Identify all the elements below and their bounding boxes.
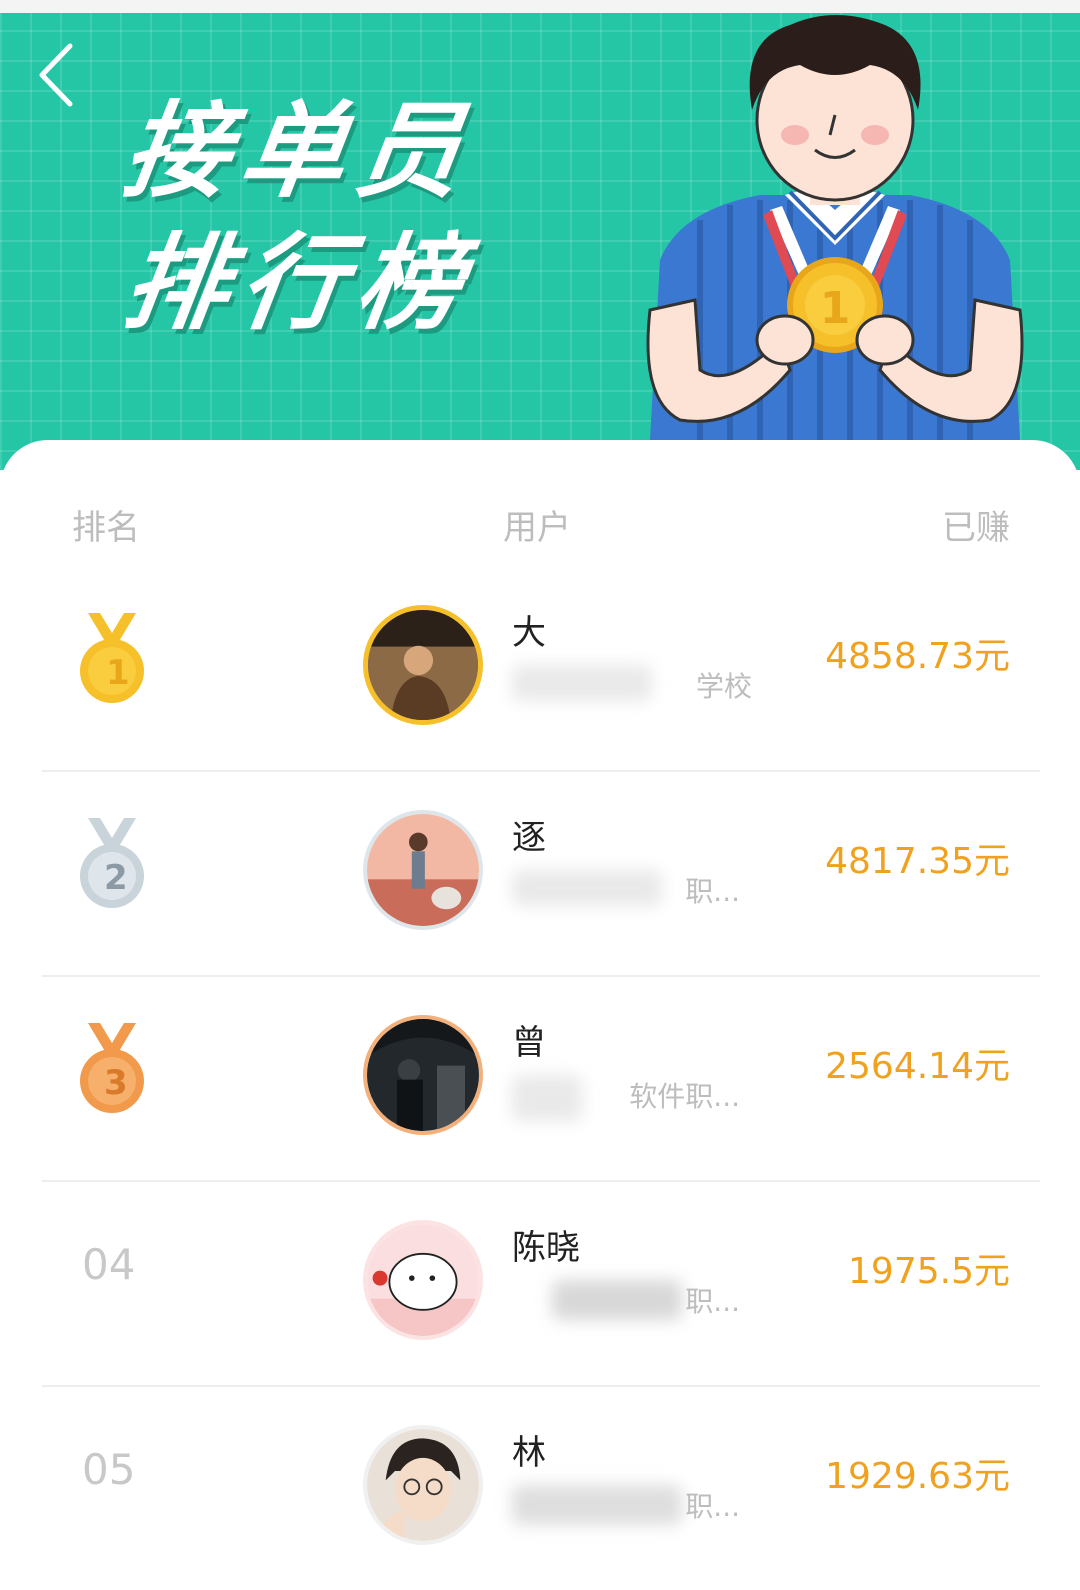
column-header-user: 用户 [503, 508, 571, 548]
user-school: 职... [512, 870, 752, 910]
avatar[interactable] [363, 605, 483, 725]
earned-amount: 1929.63元 [825, 1456, 1010, 1497]
banner-title: 接单员 排行榜 [116, 90, 481, 344]
user-name: 林 [512, 1433, 546, 1473]
rank-number: 2 [104, 858, 128, 898]
mascot-illustration: 1 [646, 15, 1024, 450]
avatar[interactable] [363, 810, 483, 930]
user-school: 职... [512, 1280, 752, 1320]
user-school: 软件职... [512, 1075, 752, 1121]
ranking-row[interactable]: 3 曾 软件职... 2564.14元 [42, 975, 1040, 1182]
user-name: 大 [512, 613, 546, 653]
rank-number: 04 [82, 1240, 136, 1289]
user-school: 职... [512, 1485, 752, 1525]
banner: 接单员 排行榜 1 [0, 0, 1080, 470]
svg-text:1: 1 [820, 283, 851, 334]
earned-amount: 4858.73元 [825, 636, 1010, 677]
title-line-1: 接单员 [116, 90, 482, 212]
ranking-row[interactable]: 04 陈晓 职... 1975.5元 [42, 1180, 1040, 1387]
title-line-2: 排行榜 [116, 222, 482, 344]
column-header-rank: 排名 [72, 508, 140, 548]
user-name: 逐 [512, 818, 546, 858]
chevron-left-icon [39, 43, 73, 107]
rank-number: 3 [104, 1063, 128, 1103]
back-button[interactable] [30, 40, 90, 110]
avatar[interactable] [363, 1015, 483, 1135]
ranking-row[interactable]: 05 林 职... 1929.63元 [42, 1385, 1040, 1590]
user-school: 学校 [512, 665, 752, 705]
earned-amount: 1975.5元 [848, 1251, 1010, 1292]
user-name: 陈晓 [512, 1228, 580, 1268]
avatar[interactable] [363, 1425, 483, 1545]
column-header-earned: 已赚 [942, 508, 1010, 548]
rank-number: 1 [106, 653, 130, 693]
ranking-panel: 排名 用户 已赚 1 大 学校 4858.73元 2 逐 职... 4817.3… [0, 440, 1080, 1556]
earned-amount: 2564.14元 [825, 1046, 1010, 1087]
status-strip [0, 0, 1080, 13]
avatar[interactable] [363, 1220, 483, 1340]
rank-number: 05 [82, 1445, 136, 1494]
earned-amount: 4817.35元 [825, 841, 1010, 882]
ranking-row[interactable]: 2 逐 职... 4817.35元 [42, 770, 1040, 977]
user-name: 曾 [512, 1023, 546, 1063]
ranking-row[interactable]: 1 大 学校 4858.73元 [42, 565, 1040, 772]
